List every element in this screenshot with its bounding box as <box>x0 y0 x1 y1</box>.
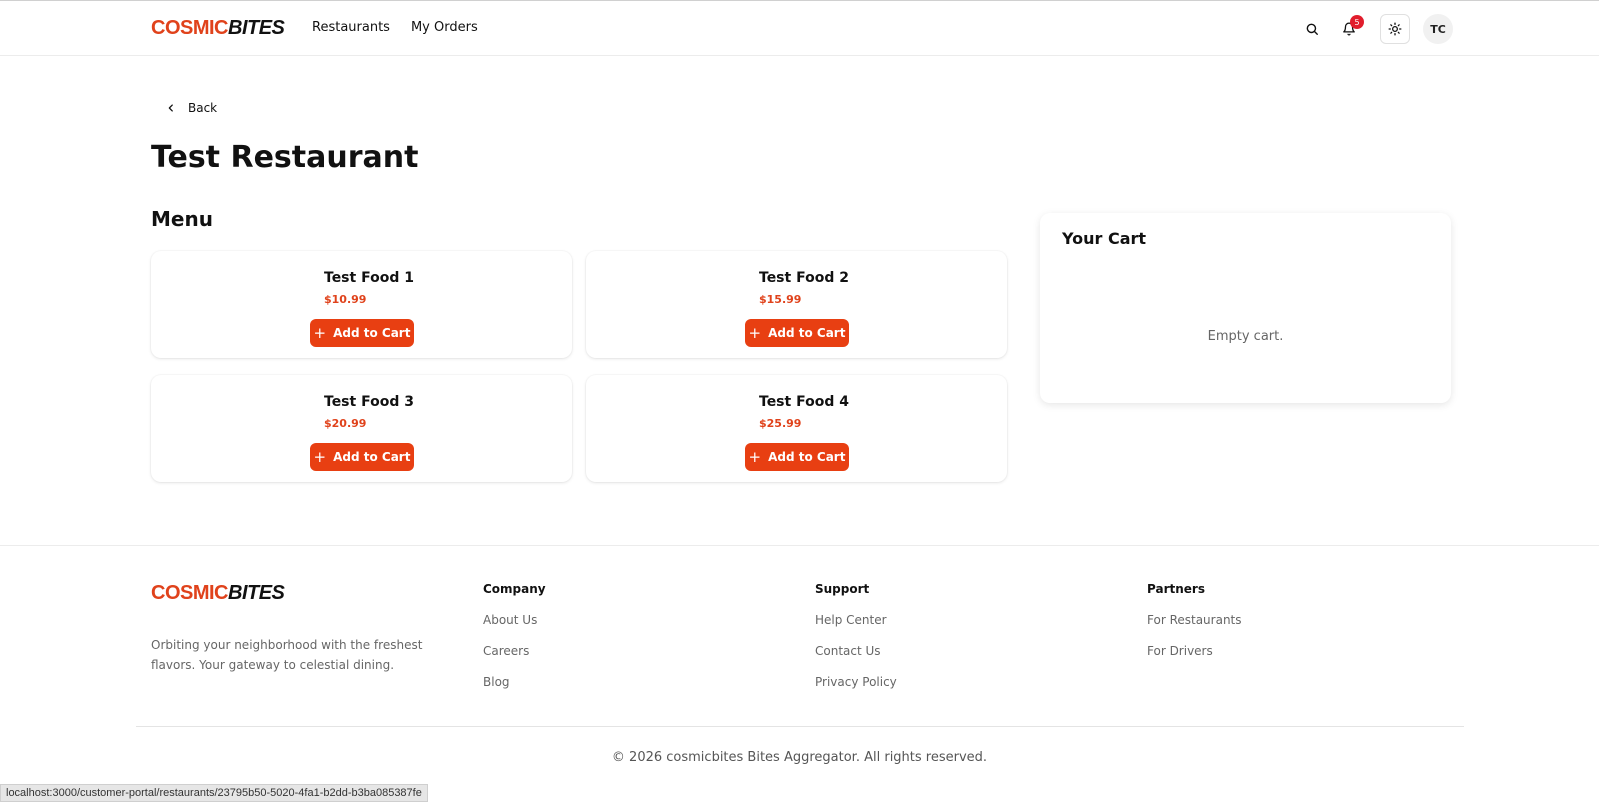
menu-item-card: Test Food 1 $10.99 + Add to Cart <box>151 251 572 358</box>
plus-icon: + <box>748 447 762 466</box>
cart-title: Your Cart <box>1062 229 1147 248</box>
menu-item-price: $15.99 <box>759 293 802 306</box>
menu-item-price: $25.99 <box>759 417 802 430</box>
plus-icon: + <box>313 323 327 342</box>
footer-tagline: Orbiting your neighborhood with the fres… <box>151 638 423 672</box>
browser-status-url: localhost:3000/customer-portal/restauran… <box>0 784 428 802</box>
user-avatar[interactable]: TC <box>1423 14 1453 44</box>
plus-icon: + <box>748 323 762 342</box>
theme-toggle-button[interactable] <box>1380 14 1410 44</box>
footer-link-for-restaurants[interactable]: For Restaurants <box>1147 612 1242 628</box>
footer-logo[interactable]: COSMICBITES <box>151 582 285 605</box>
menu-item-name: Test Food 2 <box>759 270 849 286</box>
footer-link-contact-us[interactable]: Contact Us <box>815 643 897 659</box>
footer-heading: Company <box>483 582 546 596</box>
footer-divider <box>136 726 1464 727</box>
menu-item-name: Test Food 3 <box>324 394 414 410</box>
app: COSMICBITES Restaurants My Orders 5 TC B… <box>0 0 1599 804</box>
copyright-text: © 2026 cosmicbites Bites Aggregator. All… <box>611 750 988 765</box>
back-label: Back <box>188 101 218 115</box>
footer-logo-part2: BITES <box>228 582 285 604</box>
footer-link-about-us[interactable]: About Us <box>483 612 546 628</box>
menu-item-card: Test Food 3 $20.99 + Add to Cart <box>151 375 572 482</box>
plus-icon: + <box>313 447 327 466</box>
footer-logo-part1: COSMIC <box>151 582 229 604</box>
menu-item-card: Test Food 4 $25.99 + Add to Cart <box>586 375 1007 482</box>
notification-badge: 5 <box>1350 15 1364 29</box>
top-header: COSMICBITES Restaurants My Orders 5 TC <box>0 2 1599 56</box>
footer-column-partners: Partners For Restaurants For Drivers <box>1147 582 1242 674</box>
footer-link-blog[interactable]: Blog <box>483 674 546 690</box>
menu-item-price: $10.99 <box>324 293 367 306</box>
footer-heading: Support <box>815 582 870 596</box>
add-to-cart-button[interactable]: + Add to Cart <box>310 443 414 471</box>
page-title: Test Restaurant <box>151 140 419 175</box>
site-footer: COSMICBITES Orbiting your neighborhood w… <box>0 545 1599 804</box>
search-button[interactable] <box>1297 14 1327 44</box>
header-actions: 5 TC <box>0 14 1599 46</box>
footer-heading: Partners <box>1147 582 1205 596</box>
add-to-cart-button[interactable]: + Add to Cart <box>310 319 414 347</box>
add-to-cart-label: Add to Cart <box>333 450 411 464</box>
footer-link-privacy-policy[interactable]: Privacy Policy <box>815 674 897 690</box>
add-to-cart-button[interactable]: + Add to Cart <box>745 319 849 347</box>
footer-column-support: Support Help Center Contact Us Privacy P… <box>815 582 897 705</box>
back-button[interactable]: Back <box>160 97 223 119</box>
add-to-cart-button[interactable]: + Add to Cart <box>745 443 849 471</box>
footer-link-careers[interactable]: Careers <box>483 643 546 659</box>
menu-item-name: Test Food 4 <box>759 394 849 410</box>
add-to-cart-label: Add to Cart <box>333 326 411 340</box>
cart-empty-message: Empty cart. <box>1207 329 1284 344</box>
menu-title: Menu <box>151 207 213 231</box>
menu-item-price: $20.99 <box>324 417 367 430</box>
sun-icon <box>1388 22 1402 36</box>
menu-item-name: Test Food 1 <box>324 270 414 286</box>
footer-link-for-drivers[interactable]: For Drivers <box>1147 643 1242 659</box>
add-to-cart-label: Add to Cart <box>768 326 846 340</box>
footer-column-company: Company About Us Careers Blog <box>483 582 546 705</box>
add-to-cart-label: Add to Cart <box>768 450 846 464</box>
chevron-left-icon <box>168 104 173 112</box>
menu-item-card: Test Food 2 $15.99 + Add to Cart <box>586 251 1007 358</box>
search-icon <box>1306 23 1318 35</box>
footer-link-help-center[interactable]: Help Center <box>815 612 897 628</box>
cart-panel: Your Cart Empty cart. <box>1040 213 1451 403</box>
